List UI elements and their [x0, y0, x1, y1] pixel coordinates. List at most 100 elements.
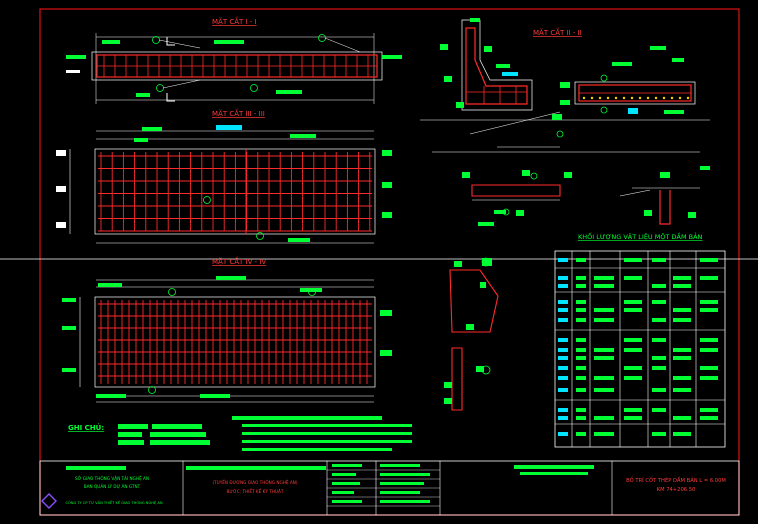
table-cell	[576, 284, 586, 288]
section-3-3[interactable]: MẶT CẮT III - III	[56, 108, 392, 244]
table-cell	[576, 338, 586, 342]
section-2-2[interactable]: MẶT CẮT II - II	[420, 18, 710, 153]
table-cell	[700, 348, 718, 352]
rebar-dot	[654, 96, 658, 100]
table-cell	[673, 416, 691, 420]
table-cell	[594, 432, 614, 436]
quantity-table[interactable]: KHỐI LƯỢNG VẬT LIỆU MỘT DẦM BẢN	[554, 231, 726, 448]
table-cell	[673, 284, 691, 288]
table-cell	[652, 318, 666, 322]
table-cell	[652, 366, 666, 370]
table-cell	[700, 366, 718, 370]
rebar-dot	[582, 96, 586, 100]
table-cell	[558, 432, 568, 436]
table-cell	[558, 366, 568, 370]
table-cell	[624, 258, 642, 262]
table-cell	[652, 432, 666, 436]
table-cell	[673, 308, 691, 312]
rebar-dot	[670, 96, 674, 100]
table-cell	[576, 318, 586, 322]
table-cell	[594, 388, 614, 392]
table-cell	[558, 300, 568, 304]
design-stage: BƯỚC: THIẾT KẾ KỸ THUẬT	[227, 488, 284, 494]
table-cell	[558, 276, 568, 280]
rebar-dot	[678, 96, 682, 100]
rebar-dot	[686, 96, 690, 100]
table-cell	[576, 388, 586, 392]
table-cell	[624, 308, 642, 312]
rebar-dot	[606, 96, 610, 100]
table-cell	[700, 376, 718, 380]
company-logo-icon	[41, 493, 57, 509]
section-2-title: MẶT CẮT II - II	[533, 27, 582, 37]
table-cell	[624, 338, 642, 342]
table-cell	[673, 348, 691, 352]
table-cell	[624, 416, 642, 420]
table-cell	[594, 356, 614, 360]
table-cell	[700, 300, 718, 304]
table-cell	[673, 432, 691, 436]
table-cell	[673, 356, 691, 360]
table-cell	[700, 276, 718, 280]
rebar-dot	[630, 96, 634, 100]
rebar-dot	[646, 96, 650, 100]
table-cell	[558, 376, 568, 380]
table-cell	[558, 318, 568, 322]
table-cell	[624, 376, 642, 380]
curb-detail[interactable]	[444, 257, 499, 411]
notes-label: GHI CHÚ:	[68, 423, 104, 432]
table-cell	[652, 388, 666, 392]
table-cell	[673, 276, 691, 280]
table-cell	[576, 376, 586, 380]
table-cell	[700, 338, 718, 342]
table-cell	[594, 276, 614, 280]
table-cell	[558, 388, 568, 392]
title-block[interactable]: SỞ GIAO THÔNG VẬN TẢI NGHỆ AN BAN QUẢN L…	[39, 460, 740, 516]
table-cell	[624, 348, 642, 352]
table-cell	[652, 284, 666, 288]
table-cell	[576, 348, 586, 352]
section-4-4[interactable]: MẶT CẮT IV - IV	[62, 256, 392, 403]
table-cell	[700, 258, 718, 262]
table-cell	[576, 356, 586, 360]
table-cell	[558, 356, 568, 360]
table-cell	[594, 284, 614, 288]
table-cell	[558, 348, 568, 352]
notes-block[interactable]: GHI CHÚ:	[68, 416, 412, 451]
table-cell	[624, 300, 642, 304]
table-cell	[558, 416, 568, 420]
table-cell	[594, 416, 614, 420]
table-cell	[576, 308, 586, 312]
rebar-dot	[662, 96, 666, 100]
rebar-dot	[590, 96, 594, 100]
table-cell	[700, 308, 718, 312]
table-cell	[652, 338, 666, 342]
table-cell	[700, 408, 718, 412]
table-cell	[558, 258, 568, 262]
cad-drawing-canvas[interactable]: MẶT CẮT I - I MẶT CẮT III - III MẶT CẮT …	[0, 0, 758, 524]
table-cell	[624, 366, 642, 370]
table-cell	[673, 318, 691, 322]
rebar-dot	[598, 96, 602, 100]
rebar-dot	[622, 96, 626, 100]
table-cell	[673, 388, 691, 392]
table-cell	[652, 300, 666, 304]
section-4-title: MẶT CẮT IV - IV	[212, 256, 266, 266]
drawing-title: BỐ TRÍ CỐT THÉP DẦM BẢN L = 6.00M	[626, 476, 726, 484]
table-cell	[652, 356, 666, 360]
table-cell	[576, 432, 586, 436]
hook-detail[interactable]	[619, 166, 710, 225]
section-3-title: MẶT CẮT III - III	[212, 108, 265, 118]
table-cell	[652, 408, 666, 412]
section-1-1[interactable]: MẶT CẮT I - I	[66, 16, 402, 104]
rebar-dot	[638, 96, 642, 100]
table-cell	[594, 376, 614, 380]
table-cell	[576, 276, 586, 280]
table-cell	[700, 416, 718, 420]
stirrup-detail[interactable]	[462, 170, 572, 226]
table-cell	[594, 308, 614, 312]
table-cell	[624, 276, 642, 280]
table-cell	[576, 366, 586, 370]
rebar-dot	[614, 96, 618, 100]
org-line-1: SỞ GIAO THÔNG VẬN TẢI NGHỆ AN	[75, 476, 149, 481]
